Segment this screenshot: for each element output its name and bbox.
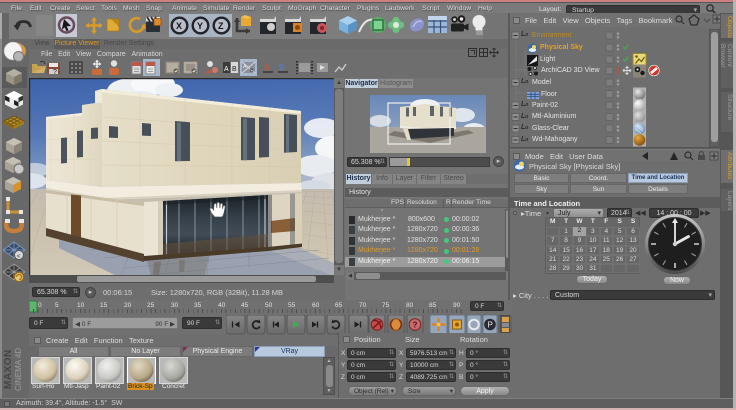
svg-text:25: 25 xyxy=(147,302,155,309)
svg-text:75: 75 xyxy=(382,302,390,309)
svg-text:0: 0 xyxy=(38,302,42,309)
svg-text:80: 80 xyxy=(406,302,414,309)
svg-text:Z: Z xyxy=(218,21,224,31)
svg-text:5: 5 xyxy=(55,302,59,309)
svg-text:?: ? xyxy=(53,69,57,76)
svg-text:B: B xyxy=(279,63,285,72)
svg-text:35: 35 xyxy=(194,302,202,309)
svg-text:90: 90 xyxy=(453,302,461,309)
svg-text:60: 60 xyxy=(312,302,320,309)
svg-text:A: A xyxy=(264,63,270,72)
svg-text:X: X xyxy=(176,21,182,31)
svg-text:<: < xyxy=(17,253,21,260)
svg-text:65: 65 xyxy=(335,302,343,309)
svg-text:Y: Y xyxy=(197,21,203,31)
svg-text:P: P xyxy=(488,320,493,329)
svg-text:55: 55 xyxy=(288,302,296,309)
svg-text:20: 20 xyxy=(124,302,132,309)
svg-text:70: 70 xyxy=(359,302,367,309)
svg-text:10: 10 xyxy=(77,302,85,309)
svg-text:85: 85 xyxy=(429,302,437,309)
svg-text:50: 50 xyxy=(265,302,273,309)
svg-text:A: A xyxy=(243,64,247,70)
svg-text:30: 30 xyxy=(171,302,179,309)
svg-text:A: A xyxy=(224,66,229,73)
svg-text:45: 45 xyxy=(241,302,249,309)
svg-text:B: B xyxy=(250,68,254,74)
svg-text:?: ? xyxy=(413,320,418,329)
svg-text:B: B xyxy=(232,66,237,73)
svg-text:15: 15 xyxy=(100,302,108,309)
svg-text:40: 40 xyxy=(218,302,226,309)
